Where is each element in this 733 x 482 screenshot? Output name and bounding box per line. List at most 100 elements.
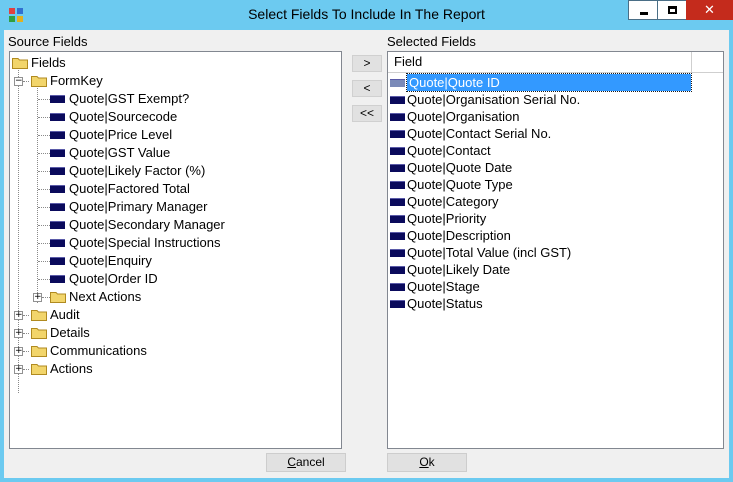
expand-icon[interactable]: +	[14, 365, 23, 374]
selected-field-row[interactable]: Quote|Contact	[390, 142, 690, 159]
grid-header: Field	[388, 52, 723, 73]
ok-accelerator: O	[419, 455, 429, 469]
dialog-window: Select Fields To Include In The Report ✕…	[0, 0, 733, 482]
tree-line	[38, 99, 50, 100]
field-icon	[390, 266, 405, 274]
field-icon	[50, 95, 65, 103]
ok-label: k	[428, 455, 435, 469]
remove-field-button[interactable]: <	[352, 80, 382, 97]
close-icon: ✕	[704, 2, 715, 17]
tree-line	[38, 261, 50, 262]
cancel-button[interactable]: Cancel	[266, 453, 346, 472]
expand-icon[interactable]: +	[33, 293, 42, 302]
selected-field-row[interactable]: Quote|Category	[390, 193, 690, 210]
tree-line	[42, 297, 50, 298]
selected-field-row[interactable]: Quote|Quote Date	[390, 159, 690, 176]
tree-line	[38, 243, 50, 244]
minimize-icon	[640, 12, 648, 15]
remove-all-button[interactable]: <<	[352, 105, 382, 122]
selected-field-row[interactable]: Quote|Stage	[390, 278, 690, 295]
selected-field-row[interactable]: Quote|Total Value (incl GST)	[390, 244, 690, 261]
tree-item-label: Communications	[50, 343, 147, 358]
tree-item-label: Quote|Secondary Manager	[69, 217, 225, 232]
field-icon	[50, 221, 65, 229]
folder-icon	[31, 76, 47, 87]
selected-field-label: Quote|Organisation Serial No.	[407, 92, 581, 107]
selected-fields-label: Selected Fields	[387, 34, 476, 49]
tree-line	[38, 207, 50, 208]
expand-icon[interactable]: +	[14, 329, 23, 338]
minimize-button[interactable]	[628, 0, 658, 20]
tree-item-label: Quote|GST Exempt?	[69, 91, 190, 106]
folder-icon	[31, 328, 47, 339]
selected-field-row[interactable]: Quote|Quote ID	[390, 73, 692, 92]
field-icon	[50, 275, 65, 283]
selected-field-label: Quote|Description	[407, 228, 511, 243]
selected-field-row[interactable]: Quote|Contact Serial No.	[390, 125, 690, 142]
field-icon	[390, 198, 405, 206]
tree-item-label: Quote|Enquiry	[69, 253, 152, 268]
tree-item-label: FormKey	[50, 73, 103, 88]
window-title: Select Fields To Include In The Report	[248, 6, 485, 22]
title-bar[interactable]: Select Fields To Include In The Report ✕	[0, 0, 733, 30]
selected-field-row[interactable]: Quote|Likely Date	[390, 261, 690, 278]
field-icon	[390, 130, 405, 138]
tree-line	[23, 351, 29, 352]
tree-item-label: Details	[50, 325, 90, 340]
field-icon	[50, 185, 65, 193]
selected-field-label: Quote|Total Value (incl GST)	[407, 245, 572, 260]
field-icon	[390, 113, 405, 121]
tree-item-label: Next Actions	[69, 289, 142, 304]
selected-field-row[interactable]: Quote|Quote Type	[390, 176, 690, 193]
selected-field-label: Quote|Status	[407, 296, 483, 311]
field-icon	[390, 232, 405, 240]
tree-item-label: Quote|Special Instructions	[69, 235, 221, 250]
folder-icon	[50, 292, 66, 303]
folder-icon	[31, 364, 47, 375]
tree-item-label: Quote|Price Level	[69, 127, 173, 142]
selected-field-row[interactable]: Quote|Priority	[390, 210, 690, 227]
column-header-field[interactable]: Field	[388, 52, 692, 72]
cancel-label: ancel	[295, 455, 325, 469]
tree-item-label: Fields	[31, 55, 66, 70]
field-icon	[390, 215, 405, 223]
tree-line	[23, 81, 29, 82]
field-icon	[390, 147, 405, 155]
tree-line	[23, 315, 29, 316]
field-icon	[50, 113, 65, 121]
dialog-client-area: Source Fields Selected Fields Fields − For…	[4, 30, 729, 478]
tree-line	[23, 369, 29, 370]
field-icon	[390, 249, 405, 257]
add-field-button[interactable]: >	[352, 55, 382, 72]
maximize-button[interactable]	[657, 0, 687, 20]
field-icon	[50, 167, 65, 175]
field-icon	[390, 96, 405, 104]
tree-item-label: Quote|Sourcecode	[69, 109, 178, 124]
folder-icon	[31, 310, 47, 321]
collapse-icon[interactable]: −	[14, 77, 23, 86]
source-fields-tree[interactable]: Fields − FormKey Quote|GST Exempt? Quote|Sou…	[9, 51, 342, 449]
selected-field-label: Quote|Likely Date	[407, 262, 511, 277]
tree-item-label: Quote|Likely Factor (%)	[69, 163, 206, 178]
expand-icon[interactable]: +	[14, 311, 23, 320]
selected-field-label: Quote|Organisation	[407, 109, 520, 124]
selected-field-row[interactable]: Quote|Status	[390, 295, 690, 312]
selected-field-row[interactable]: Quote|Organisation	[390, 108, 690, 125]
tree-line	[38, 279, 50, 280]
close-button[interactable]: ✕	[686, 0, 733, 20]
tree-line	[38, 171, 50, 172]
folder-icon	[31, 346, 47, 357]
tree-line	[18, 70, 19, 393]
selected-fields-grid[interactable]: Field Quote|Quote ID Quote|Organisation S…	[387, 51, 724, 449]
selected-field-row[interactable]: Quote|Description	[390, 227, 690, 244]
source-fields-label: Source Fields	[8, 34, 88, 49]
field-icon	[390, 181, 405, 189]
ok-button[interactable]: Ok	[387, 453, 467, 472]
field-icon	[390, 283, 405, 291]
selected-field-row[interactable]: Quote|Organisation Serial No.	[390, 91, 690, 108]
expand-icon[interactable]: +	[14, 347, 23, 356]
tree-line	[37, 88, 38, 303]
field-icon	[390, 300, 405, 308]
selected-field-label: Quote|Category	[407, 194, 499, 209]
selected-field-label: Quote|Contact Serial No.	[407, 126, 552, 141]
